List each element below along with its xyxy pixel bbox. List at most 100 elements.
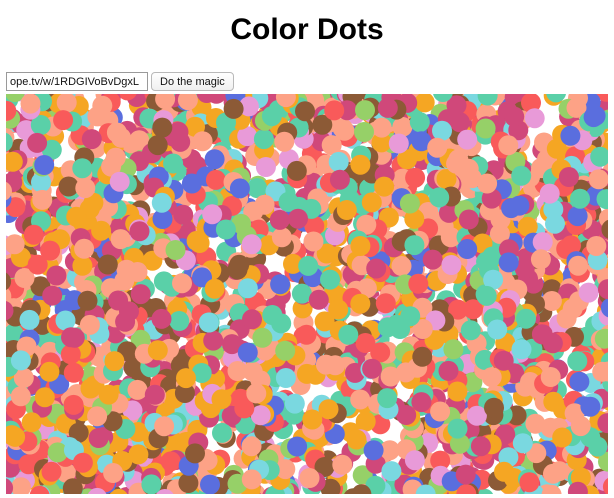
color-dot (223, 98, 244, 119)
color-dot (246, 383, 267, 404)
color-dot (498, 252, 519, 273)
color-dot (377, 388, 398, 409)
color-dot (286, 160, 307, 181)
color-dot (129, 221, 150, 242)
color-dot (163, 153, 184, 174)
color-dot (530, 249, 551, 270)
color-dot (532, 232, 553, 253)
color-dot (151, 192, 172, 213)
color-dot (80, 378, 101, 399)
color-dot (72, 158, 93, 179)
color-dot (63, 362, 84, 383)
color-dot (242, 309, 262, 330)
color-dot (176, 368, 196, 389)
color-dot (363, 440, 384, 461)
color-dot (542, 333, 563, 354)
color-dot (252, 327, 273, 348)
color-dot (299, 468, 320, 488)
color-dot (494, 461, 514, 482)
color-dot (192, 131, 213, 152)
color-dot (271, 227, 292, 248)
color-dot (543, 463, 563, 484)
dots-canvas (6, 94, 608, 494)
color-dot (104, 351, 125, 372)
color-dot (588, 169, 608, 190)
color-dot (10, 350, 31, 371)
color-dot (88, 428, 109, 448)
color-dot (103, 463, 124, 483)
color-dot (493, 350, 514, 371)
color-dot (105, 147, 126, 168)
color-dot (296, 324, 317, 345)
color-dot (287, 436, 308, 457)
color-dot (20, 94, 41, 114)
color-dot (303, 231, 324, 252)
color-dot (302, 409, 323, 430)
color-dot (578, 282, 599, 303)
url-input[interactable] (6, 72, 148, 91)
color-dot (128, 444, 149, 465)
color-dot (540, 367, 561, 387)
color-dot (21, 412, 42, 433)
color-dot (229, 178, 250, 199)
color-dot (241, 469, 262, 490)
page: Color Dots Do the magic (0, 0, 614, 498)
color-dot (10, 386, 31, 407)
color-dot (487, 319, 508, 340)
color-dot (170, 131, 191, 152)
color-dot (46, 265, 67, 286)
color-dot (215, 219, 236, 240)
color-dot (278, 191, 299, 212)
color-dot (400, 306, 421, 327)
color-dot (438, 360, 459, 381)
color-dot (366, 258, 387, 279)
color-dot (253, 129, 274, 150)
color-dot (211, 389, 232, 410)
color-dot (411, 392, 432, 413)
color-dot (110, 229, 131, 250)
color-dot (524, 108, 545, 129)
color-dot (19, 309, 40, 330)
color-dot (255, 157, 276, 177)
color-dot (204, 149, 225, 170)
color-dot (261, 106, 282, 127)
color-dot (34, 387, 55, 408)
color-dot (427, 137, 448, 158)
color-dot (552, 427, 573, 448)
do-the-magic-button[interactable]: Do the magic (151, 72, 234, 91)
color-dot (275, 340, 296, 361)
color-dot (541, 291, 562, 311)
color-dot (475, 118, 496, 139)
color-dot (172, 273, 192, 294)
color-dot (241, 234, 262, 255)
color-dot (336, 200, 357, 220)
color-dot (79, 314, 100, 335)
color-dot (63, 394, 84, 415)
color-dot (185, 443, 205, 464)
color-dot (144, 384, 165, 405)
color-dot (570, 416, 591, 437)
color-dot (91, 220, 112, 241)
color-dot (203, 330, 224, 351)
color-dot (560, 125, 581, 146)
color-dot (409, 112, 430, 133)
color-dot (512, 433, 533, 454)
color-dot (262, 305, 283, 325)
color-dot (39, 361, 60, 382)
color-dot (241, 436, 262, 457)
color-dot (395, 362, 416, 383)
color-dot (466, 405, 487, 426)
color-dot (457, 129, 478, 150)
color-dot (77, 290, 98, 311)
color-dot (169, 311, 190, 331)
color-dot (27, 132, 48, 153)
color-dot (151, 308, 172, 329)
color-dot (60, 344, 81, 365)
color-dot (371, 117, 392, 138)
controls-bar: Do the magic (6, 72, 234, 91)
color-dot (332, 454, 353, 475)
color-dot (470, 436, 491, 457)
color-dot (516, 308, 536, 329)
color-dot (449, 112, 470, 133)
color-dot (296, 363, 317, 384)
